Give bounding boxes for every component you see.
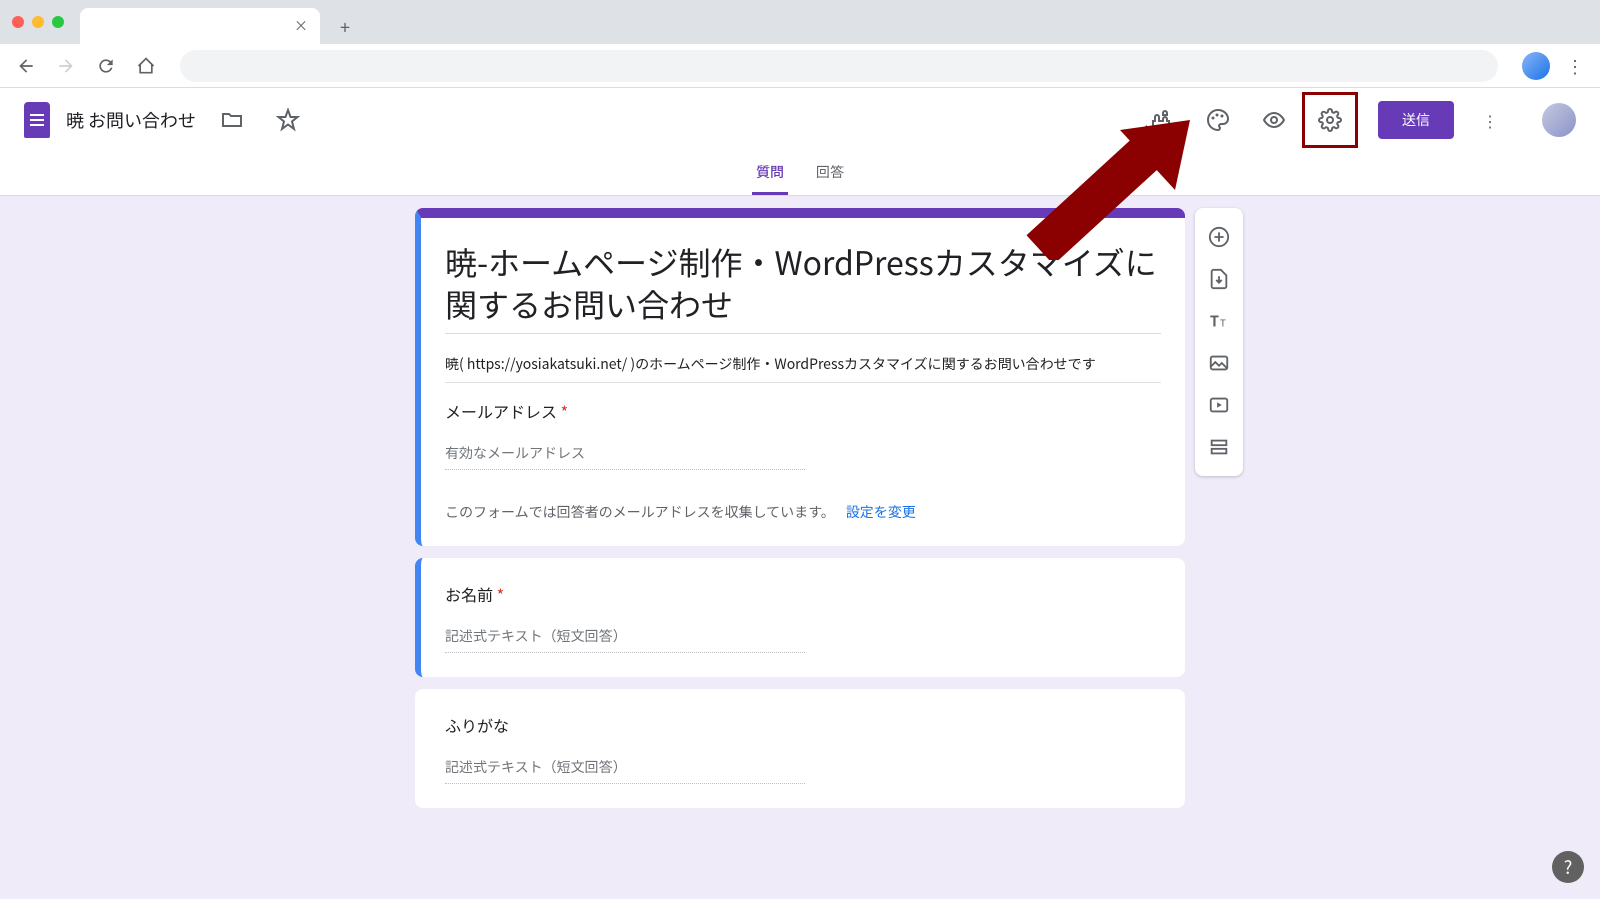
reload-button[interactable] [92,52,120,80]
add-image-button[interactable] [1195,342,1243,384]
preview-button[interactable] [1254,100,1294,140]
short-answer-input[interactable]: 記述式テキスト（短文回答） [445,757,805,784]
send-button[interactable]: 送信 [1378,101,1454,139]
browser-menu-button[interactable]: ⋮ [1562,53,1588,79]
forms-logo-icon[interactable] [24,102,50,138]
tab-responses[interactable]: 回答 [812,152,848,195]
question-label: ふりがな [445,713,1161,737]
email-input[interactable]: 有効なメールアドレス [445,443,805,470]
forms-tabs: 質問 回答 [0,152,1600,196]
addons-button[interactable] [1142,100,1182,140]
form-title[interactable]: 暁 お問い合わせ [66,107,196,133]
browser-tab[interactable]: × [80,8,320,44]
more-menu-button[interactable]: ⋮ [1470,100,1510,140]
question-toolbar: TT [1195,208,1243,476]
import-questions-button[interactable] [1195,258,1243,300]
help-button[interactable]: ? [1552,851,1584,883]
svg-text:T: T [1220,315,1226,330]
email-label: メールアドレス * [445,399,1161,423]
svg-text:T: T [1210,311,1219,332]
question-label: お名前 * [445,582,1161,606]
form-description[interactable]: 暁( https://yosiakatsuki.net/ )のホームページ制作・… [445,342,1161,383]
forward-button[interactable] [52,52,80,80]
required-asterisk: * [497,582,504,606]
maximize-window-button[interactable] [52,16,64,28]
add-title-button[interactable]: TT [1195,300,1243,342]
close-tab-icon[interactable]: × [294,16,308,36]
star-button[interactable] [268,100,308,140]
window-controls [12,16,64,28]
back-button[interactable] [12,52,40,80]
add-section-button[interactable] [1195,426,1243,468]
form-content: TT 暁-ホームページ制作・WordPressカスタマイズに関するお問い合わせ … [415,208,1185,899]
question-card[interactable]: お名前 * 記述式テキスト（短文回答） [415,558,1185,677]
tab-questions[interactable]: 質問 [752,152,788,195]
short-answer-input[interactable]: 記述式テキスト（短文回答） [445,626,805,653]
forms-body: TT 暁-ホームページ制作・WordPressカスタマイズに関するお問い合わせ … [0,196,1600,899]
home-button[interactable] [132,52,160,80]
change-settings-link[interactable]: 設定を変更 [846,502,916,522]
close-window-button[interactable] [12,16,24,28]
add-video-button[interactable] [1195,384,1243,426]
move-folder-button[interactable] [212,100,252,140]
form-title-text[interactable]: 暁-ホームページ制作・WordPressカスタマイズに関するお問い合わせ [445,242,1161,334]
theme-button[interactable] [1198,100,1238,140]
minimize-window-button[interactable] [32,16,44,28]
settings-button[interactable] [1310,100,1350,140]
browser-profile-avatar[interactable] [1522,52,1550,80]
user-avatar[interactable] [1542,103,1576,137]
new-tab-button[interactable]: + [340,14,350,40]
form-header-card[interactable]: 暁-ホームページ制作・WordPressカスタマイズに関するお問い合わせ 暁( … [415,208,1185,546]
forms-header: 暁 お問い合わせ 送信 ⋮ [0,88,1600,152]
question-card[interactable]: ふりがな 記述式テキスト（短文回答） [415,689,1185,808]
url-bar[interactable] [180,50,1498,82]
email-collection-note: このフォームでは回答者のメールアドレスを収集しています。 設定を変更 [445,502,1161,522]
browser-toolbar: ⋮ [0,44,1600,88]
add-question-button[interactable] [1195,216,1243,258]
browser-tab-bar: × + [0,0,1600,44]
required-asterisk: * [561,399,568,423]
